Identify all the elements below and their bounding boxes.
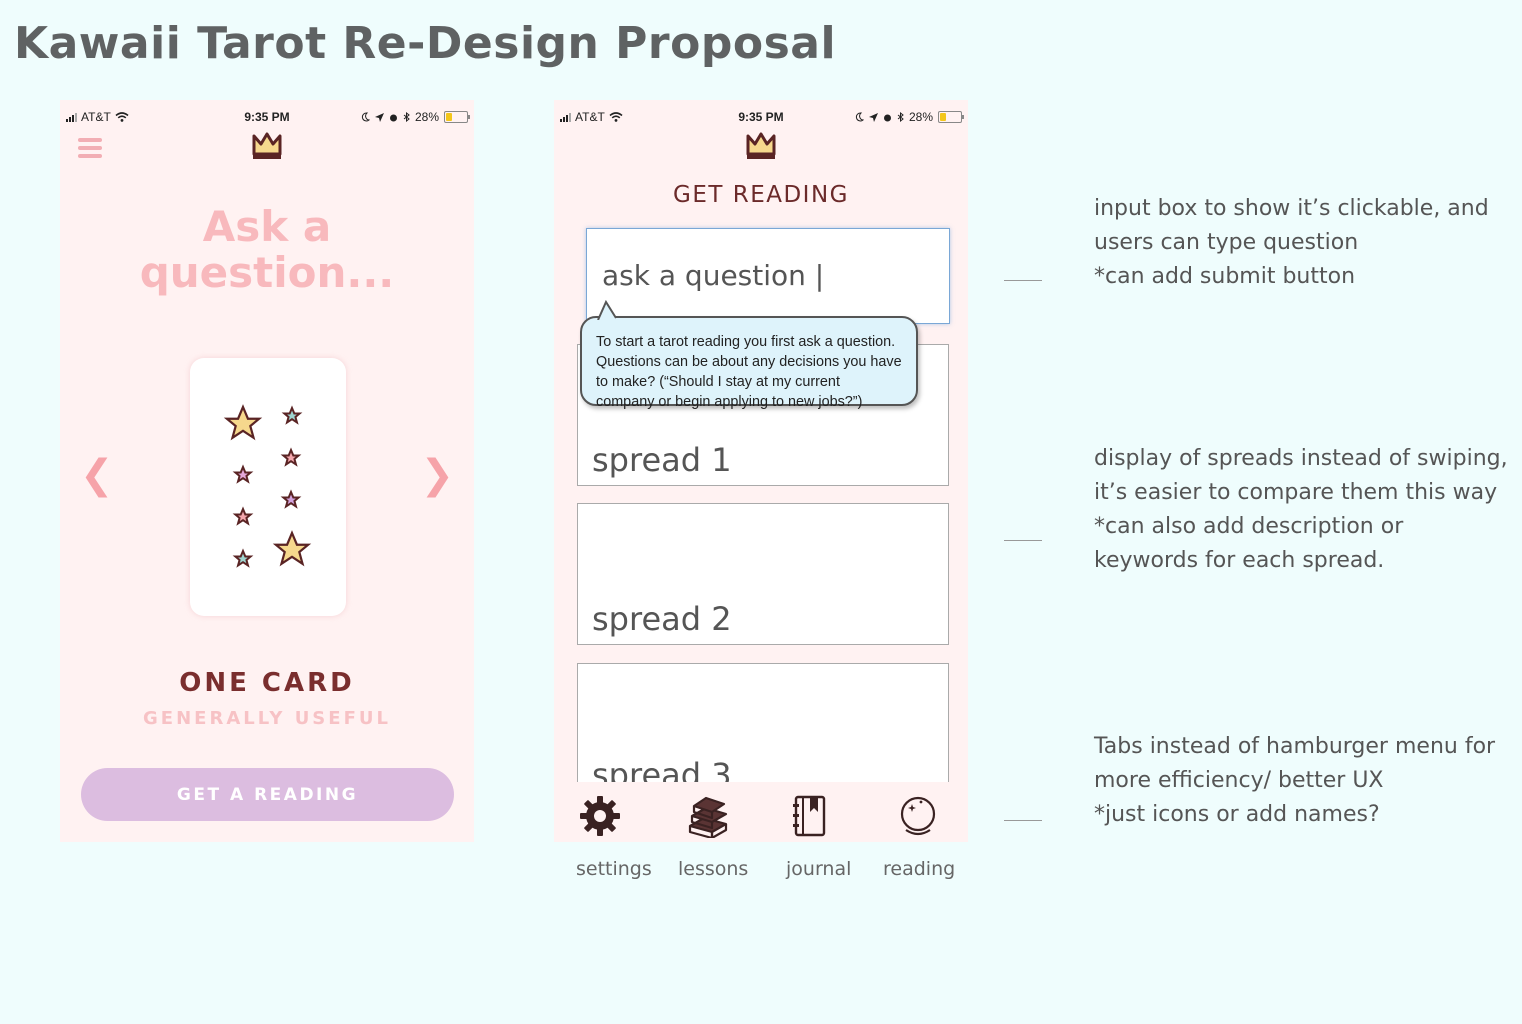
crystal-ball-icon[interactable]: [896, 794, 940, 838]
bottom-tab-bar: [554, 782, 968, 842]
note-tabs: Tabs instead of hamburger menu for more …: [1094, 734, 1496, 827]
get-a-reading-button[interactable]: GET A READING: [81, 768, 454, 821]
battery-icon: [938, 111, 964, 123]
question-input-text: ask a question |: [602, 259, 825, 292]
tab-settings[interactable]: settings: [576, 858, 652, 880]
redesign-screen-mockup: AT&T 9:35 PM 28% GET READING ask a quest…: [554, 100, 968, 842]
battery-icon: [444, 111, 470, 123]
annotation-connector: [1004, 820, 1042, 821]
moon-icon: [361, 112, 370, 122]
books-icon[interactable]: [686, 794, 730, 838]
hamburger-menu-icon[interactable]: [78, 138, 102, 158]
tooltip-tail: [597, 300, 617, 320]
note-input-box: input box to show it’s clickable, and us…: [1094, 196, 1489, 289]
page-title: Kawaii Tarot Re-Design Proposal: [14, 18, 837, 69]
original-screen-mockup: AT&T 9:35 PM 28% Ask a question... ❮ ❯ O…: [60, 100, 474, 842]
spread-option-2[interactable]: spread 2: [577, 503, 949, 645]
ask-question-heading: Ask a question...: [60, 204, 474, 296]
status-bar: AT&T 9:35 PM 28%: [554, 100, 968, 132]
location-icon: [374, 112, 384, 122]
previous-arrow-icon[interactable]: ❮: [80, 452, 114, 498]
alarm-icon: [883, 114, 891, 121]
location-icon: [868, 112, 878, 122]
spread-label: spread 1: [592, 441, 732, 479]
bluetooth-icon: [897, 112, 904, 122]
crown-logo-icon: [252, 132, 282, 159]
tarot-card[interactable]: [190, 358, 346, 616]
bluetooth-icon: [403, 112, 410, 122]
battery-percent: 28%: [908, 110, 933, 124]
journal-icon[interactable]: [788, 794, 832, 838]
card-subtitle: GENERALLY USEFUL: [143, 708, 391, 729]
status-bar: AT&T 9:35 PM 28%: [60, 100, 474, 132]
battery-percent: 28%: [414, 110, 439, 124]
annotation-connector: [1004, 280, 1042, 281]
card-name: ONE CARD: [179, 668, 355, 698]
tab-journal[interactable]: journal: [786, 858, 851, 880]
screen-title: GET READING: [673, 182, 849, 208]
gear-icon[interactable]: [578, 794, 622, 838]
heading-line-1: Ask a: [202, 202, 332, 251]
moon-icon: [855, 112, 864, 122]
tab-reading[interactable]: reading: [883, 858, 955, 880]
note-spreads: display of spreads instead of swiping, i…: [1094, 446, 1508, 573]
question-input[interactable]: ask a question |: [586, 228, 950, 324]
heading-line-2: question...: [139, 248, 395, 297]
help-tooltip: To start a tarot reading you first ask a…: [580, 316, 918, 410]
stars-illustration: [225, 405, 310, 567]
next-arrow-icon[interactable]: ❯: [420, 452, 454, 498]
spread-label: spread 2: [592, 600, 732, 638]
annotation-connector: [1004, 540, 1042, 541]
tab-lessons[interactable]: lessons: [678, 858, 748, 880]
crown-logo-icon: [746, 132, 776, 159]
alarm-icon: [389, 114, 397, 121]
